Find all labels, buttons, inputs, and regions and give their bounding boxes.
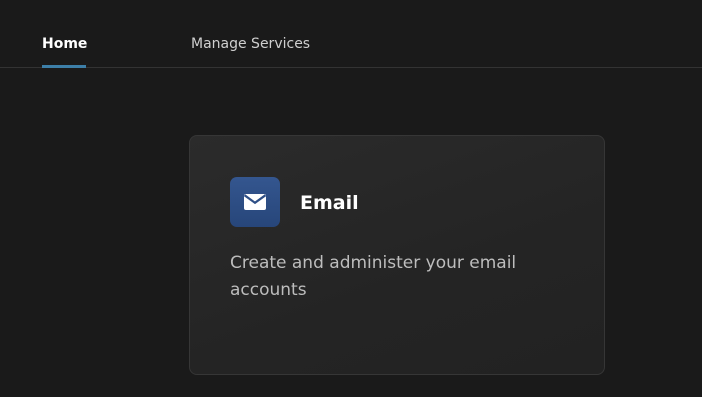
card-description: Create and administer your email account…	[230, 253, 517, 300]
tab-home[interactable]: Home	[42, 36, 88, 68]
tab-manage-services-label: Manage Services	[191, 36, 311, 52]
envelope-icon	[244, 194, 266, 210]
tab-home-label: Home	[42, 36, 88, 52]
email-service-card[interactable]: Email Create and administer your email a…	[189, 135, 605, 375]
tab-manage-services[interactable]: Manage Services	[191, 36, 310, 68]
email-icon-tile	[230, 177, 280, 227]
card-title: Email	[300, 192, 359, 214]
top-navigation: Home Manage Services	[0, 0, 702, 68]
